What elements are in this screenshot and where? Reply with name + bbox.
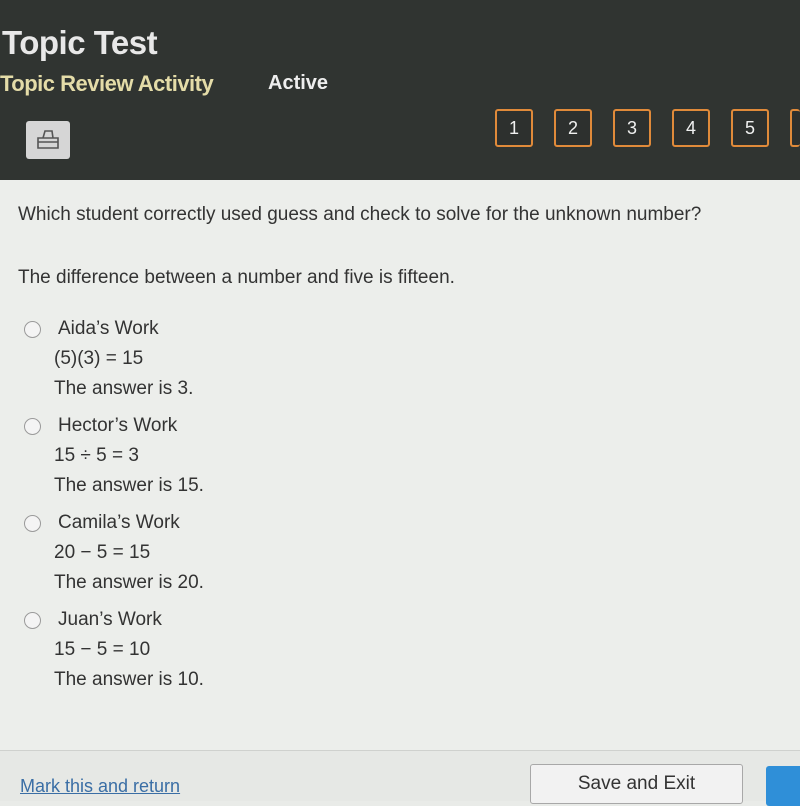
option-work: 15 − 5 = 10 bbox=[54, 639, 151, 660]
question-3-button[interactable]: 3 bbox=[613, 109, 651, 147]
radio-button[interactable] bbox=[24, 418, 41, 435]
question-prompt: The difference between a number and five… bbox=[18, 267, 455, 288]
printer-icon bbox=[37, 130, 59, 149]
question-4-button[interactable]: 4 bbox=[672, 109, 710, 147]
option-juan[interactable]: Juan’s Work 15 − 5 = 10 The answer is 10… bbox=[24, 605, 204, 695]
save-and-exit-button[interactable]: Save and Exit bbox=[530, 764, 743, 804]
option-label: Juan’s Work bbox=[58, 609, 162, 630]
print-button[interactable] bbox=[26, 121, 70, 159]
option-answer: The answer is 20. bbox=[54, 572, 204, 593]
next-button[interactable] bbox=[766, 766, 800, 806]
option-work: 15 ÷ 5 = 3 bbox=[54, 445, 139, 466]
question-panel: Which student correctly used guess and c… bbox=[0, 180, 800, 750]
question-next-partial-button[interactable] bbox=[790, 109, 800, 147]
footer: Mark this and return Save and Exit bbox=[0, 750, 800, 806]
option-work: 20 − 5 = 15 bbox=[54, 542, 151, 563]
status-label: Active bbox=[268, 72, 329, 94]
page-title: Topic Test bbox=[2, 24, 158, 61]
option-aida[interactable]: Aida’s Work (5)(3) = 15 The answer is 3. bbox=[24, 314, 193, 404]
header: Topic Test Topic Review Activity Active … bbox=[0, 0, 800, 180]
option-label: Camila’s Work bbox=[58, 512, 180, 533]
option-answer: The answer is 10. bbox=[54, 669, 204, 690]
radio-button[interactable] bbox=[24, 612, 41, 629]
option-label: Hector’s Work bbox=[58, 415, 178, 436]
option-hector[interactable]: Hector’s Work 15 ÷ 5 = 3 The answer is 1… bbox=[24, 411, 204, 501]
option-answer: The answer is 15. bbox=[54, 475, 204, 496]
question-1-button[interactable]: 1 bbox=[495, 109, 533, 147]
mark-and-return-link[interactable]: Mark this and return bbox=[20, 776, 180, 797]
option-answer: The answer is 3. bbox=[54, 378, 194, 399]
question-text: Which student correctly used guess and c… bbox=[18, 204, 702, 225]
radio-button[interactable] bbox=[24, 515, 41, 532]
activity-subtitle: Topic Review Activity bbox=[0, 71, 214, 96]
question-navigation: 1 2 3 4 5 bbox=[495, 109, 800, 147]
option-camila[interactable]: Camila’s Work 20 − 5 = 15 The answer is … bbox=[24, 508, 204, 598]
radio-button[interactable] bbox=[24, 321, 41, 338]
option-label: Aida’s Work bbox=[58, 318, 159, 339]
option-work: (5)(3) = 15 bbox=[54, 348, 144, 369]
question-2-button[interactable]: 2 bbox=[554, 109, 592, 147]
question-5-button[interactable]: 5 bbox=[731, 109, 769, 147]
